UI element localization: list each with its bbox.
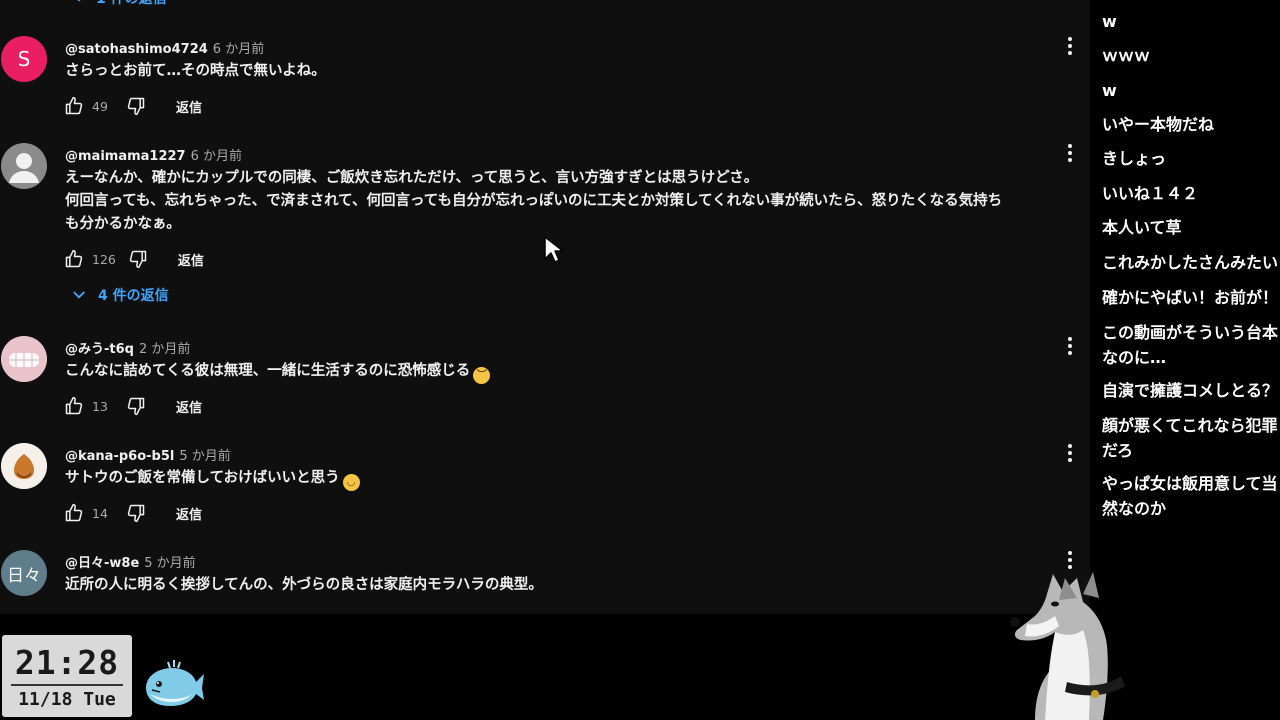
replies-toggle-label: 4 件の返信 — [98, 288, 169, 304]
chat-message: w — [1102, 81, 1117, 100]
comment-text-content: こんなに詰めてくる彼は無理、一緒に生活するのに恐怖感じる — [65, 363, 471, 379]
comment-time[interactable]: 6 か月前 — [213, 42, 264, 57]
chat-message: ｗｗｗ — [1102, 46, 1151, 65]
chat-message: w — [1102, 12, 1117, 31]
thumb-up-icon[interactable] — [64, 396, 84, 416]
chat-message: これみかしたさんみたい — [1102, 253, 1279, 272]
comment-time[interactable]: 6 か月前 — [191, 149, 242, 164]
more-options-icon[interactable] — [1060, 334, 1080, 358]
chat-message: 自演で擁護コメしとる？ — [1102, 381, 1279, 400]
comment-author[interactable]: @日々-w8e — [65, 556, 139, 571]
comment-actions: 13 返信 — [64, 394, 202, 418]
comment-text: さらっとお前て…その時点で無いよね。 — [65, 60, 1090, 83]
comment-text-line: えーなんか、確かにカップルでの同棲、ご飯炊き忘れただけ、って思うと、言い方強すぎ… — [65, 170, 759, 186]
comment-header: @satohashimo4724 6 か月前 — [65, 38, 264, 57]
reply-button[interactable]: 返信 — [176, 397, 202, 416]
thumb-down-icon[interactable] — [126, 96, 146, 116]
avatar[interactable] — [1, 143, 47, 189]
mouse-cursor-icon — [544, 236, 564, 263]
comment-text-line: も分かるかなぁ。 — [65, 216, 181, 232]
avatar-letter: S — [17, 47, 31, 71]
comment-text: えーなんか、確かにカップルでの同棲、ご飯炊き忘れただけ、って思うと、言い方強すぎ… — [65, 167, 1090, 236]
like-count: 49 — [92, 98, 108, 114]
comment-author[interactable]: @maimama1227 — [65, 149, 186, 164]
comment-text-line: 近所の人に明るく挨拶してんの、外づらの良さは家庭内モラハラの典型。 — [65, 577, 543, 593]
like-count: 13 — [92, 398, 108, 414]
reply-button[interactable]: 返信 — [176, 97, 202, 116]
thumb-down-icon[interactable] — [128, 249, 148, 269]
chat-message: 確かにやばい！お前が！ — [1102, 288, 1279, 307]
reply-button[interactable]: 返信 — [178, 250, 204, 269]
chat-message: 本人いて草 — [1102, 218, 1182, 237]
chat-message: きしょっ — [1102, 149, 1167, 168]
comment-header: @みう-t6q 2 か月前 — [65, 338, 190, 357]
comment-text-line: こんなに詰めてくる彼は無理、一緒に生活するのに恐怖感じる ︶ — [65, 360, 1090, 384]
comment-text: 近所の人に明るく挨拶してんの、外づらの良さは家庭内モラハラの典型。 — [65, 574, 1090, 597]
clock-divider — [11, 684, 123, 686]
worried-face-emoji: ︶ — [473, 367, 491, 384]
chat-message: いやー本物だね — [1102, 115, 1215, 134]
chat-message: この動画がそういう台本なのに… — [1102, 323, 1279, 367]
avatar[interactable] — [1, 336, 47, 382]
comment-author[interactable]: @satohashimo4724 — [65, 42, 208, 57]
whale-mascot-icon — [146, 660, 204, 706]
more-options-icon[interactable] — [1060, 141, 1080, 165]
thumb-up-icon[interactable] — [64, 249, 84, 269]
avatar[interactable]: 日々 — [1, 550, 47, 596]
comment-text-line: さらっとお前て…その時点で無いよね。 — [65, 63, 326, 79]
avatar[interactable] — [1, 443, 47, 489]
grinning-sweat-emoji: ◡ — [342, 474, 360, 491]
comment-header: @日々-w8e 5 か月前 — [65, 552, 196, 571]
chat-message: いいね１４２ — [1102, 184, 1199, 203]
clock-widget: 21:28 11/18 Tue — [2, 635, 132, 717]
thumb-up-icon[interactable] — [64, 503, 84, 523]
replies-toggle[interactable]: 4 件の返信 — [70, 285, 169, 305]
comment-time[interactable]: 5 か月前 — [144, 556, 195, 571]
more-options-icon[interactable] — [1060, 548, 1080, 572]
husky-dog-image — [1010, 572, 1125, 720]
replies-toggle-top[interactable]: 1 件の返信 — [70, 0, 167, 8]
comment-actions: 14 返信 — [64, 501, 202, 525]
thumb-down-icon[interactable] — [126, 396, 146, 416]
more-options-icon[interactable] — [1060, 441, 1080, 465]
comment-header: @kana-p6o-b5l 5 か月前 — [65, 445, 231, 464]
like-count: 14 — [92, 505, 108, 521]
like-count: 126 — [92, 251, 116, 267]
comment-author[interactable]: @kana-p6o-b5l — [65, 449, 174, 464]
teeth-avatar-icon — [1, 336, 47, 382]
replies-toggle-label: 1 件の返信 — [96, 0, 167, 8]
chevron-down-icon — [73, 291, 85, 299]
avatar-letter: 日々 — [7, 565, 41, 586]
chestnut-avatar-icon — [1, 443, 47, 489]
chevron-down-icon — [77, 0, 81, 2]
comment-text: サトウのご飯を常備しておけばいいと思う ◡ — [65, 467, 1090, 491]
comment-actions: 126 返信 — [64, 247, 204, 271]
comment-actions: 49 返信 — [64, 94, 202, 118]
comment-time[interactable]: 5 か月前 — [179, 449, 230, 464]
avatar[interactable]: S — [1, 36, 47, 82]
comment-text-content: サトウのご飯を常備しておけばいいと思う — [65, 470, 340, 486]
comments-panel: 1 件の返信 S @satohashimo4724 6 か月前 さらっとお前て…そ… — [0, 0, 1090, 614]
thumb-up-icon[interactable] — [64, 96, 84, 116]
chat-message: 顔が悪くてこれなら犯罪だろ — [1102, 416, 1278, 460]
comment-text-line: 何回言っても、忘れちゃった、で済まされて、何回言っても自分が忘れっぽいのに工夫と… — [65, 193, 1003, 209]
comment-text: こんなに詰めてくる彼は無理、一緒に生活するのに恐怖感じる ︶ — [65, 360, 1090, 384]
comment-author[interactable]: @みう-t6q — [65, 342, 134, 357]
default-avatar-icon — [9, 153, 39, 183]
comment-header: @maimama1227 6 か月前 — [65, 145, 242, 164]
clock-date: 11/18 Tue — [18, 689, 116, 710]
reply-button[interactable]: 返信 — [176, 504, 202, 523]
comment-text-line: サトウのご飯を常備しておけばいいと思う ◡ — [65, 467, 1090, 491]
more-options-icon[interactable] — [1060, 34, 1080, 58]
thumb-down-icon[interactable] — [126, 503, 146, 523]
comment-time[interactable]: 2 か月前 — [139, 342, 190, 357]
clock-time: 21:28 — [14, 643, 120, 682]
chat-message: やっぱ女は飯用意して当然なのか — [1102, 474, 1278, 518]
